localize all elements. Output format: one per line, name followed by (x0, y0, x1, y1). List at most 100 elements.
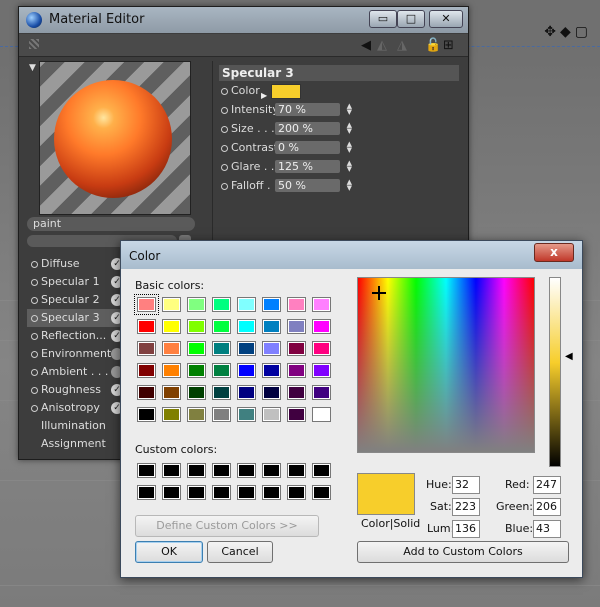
custom-color-swatch[interactable] (162, 463, 181, 478)
basic-color-swatch[interactable] (262, 407, 281, 422)
animate-dot-icon[interactable] (221, 164, 228, 171)
green-field[interactable]: 206 (533, 498, 561, 516)
custom-color-swatch[interactable] (312, 485, 331, 500)
color-dialog-titlebar[interactable]: Color x (121, 241, 582, 269)
basic-color-swatch[interactable] (187, 385, 206, 400)
basic-color-swatch[interactable] (137, 341, 156, 356)
property-value-field[interactable]: 200 % ▲ ▼ (275, 122, 352, 135)
basic-color-swatch[interactable] (187, 363, 206, 378)
basic-color-swatch[interactable] (262, 385, 281, 400)
basic-color-swatch[interactable] (287, 319, 306, 334)
basic-color-swatch[interactable] (237, 385, 256, 400)
basic-color-swatch[interactable] (237, 407, 256, 422)
basic-color-swatch[interactable] (237, 319, 256, 334)
close-button[interactable]: ✕ (429, 10, 463, 28)
luminosity-slider[interactable] (549, 277, 561, 467)
add-to-custom-colors-button[interactable]: Add to Custom Colors (357, 541, 569, 563)
custom-color-swatch[interactable] (287, 485, 306, 500)
basic-color-swatch[interactable] (162, 363, 181, 378)
basic-color-swatch[interactable] (237, 341, 256, 356)
basic-color-swatch[interactable] (212, 407, 231, 422)
custom-color-swatch[interactable] (162, 485, 181, 500)
cancel-button[interactable]: Cancel (207, 541, 273, 563)
basic-color-swatch[interactable] (134, 294, 159, 315)
basic-color-swatch[interactable] (262, 341, 281, 356)
grip-icon[interactable] (29, 39, 39, 49)
basic-color-swatch[interactable] (212, 319, 231, 334)
animate-dot-icon[interactable] (221, 126, 228, 133)
spinner-arrows-icon[interactable]: ▲ ▼ (347, 122, 352, 135)
basic-color-swatch[interactable] (212, 297, 231, 312)
basic-color-swatch[interactable] (187, 341, 206, 356)
minimize-button[interactable]: ▭ (369, 10, 397, 28)
custom-color-swatch[interactable] (137, 463, 156, 478)
new-panel-icon[interactable]: ⊞ (443, 38, 454, 53)
custom-color-swatch[interactable] (187, 485, 206, 500)
custom-color-swatch[interactable] (237, 485, 256, 500)
custom-color-swatch[interactable] (262, 463, 281, 478)
property-value-field[interactable]: 50 % ▲ ▼ (275, 179, 352, 192)
basic-color-swatch[interactable] (262, 363, 281, 378)
basic-color-swatch[interactable] (312, 407, 331, 422)
basic-color-swatch[interactable] (162, 319, 181, 334)
luminosity-arrow-icon[interactable]: ◀ (565, 351, 573, 362)
basic-color-swatch[interactable] (137, 319, 156, 334)
custom-color-swatch[interactable] (287, 463, 306, 478)
animate-dot-icon[interactable] (221, 88, 228, 95)
basic-color-swatch[interactable] (212, 341, 231, 356)
basic-color-swatch[interactable] (262, 319, 281, 334)
basic-color-swatch[interactable] (312, 363, 331, 378)
basic-color-swatch[interactable] (287, 297, 306, 312)
maximize-button[interactable]: □ (397, 10, 425, 28)
animate-dot-icon[interactable] (221, 107, 228, 114)
basic-color-swatch[interactable] (137, 363, 156, 378)
basic-color-swatch[interactable] (312, 385, 331, 400)
custom-color-swatch[interactable] (137, 485, 156, 500)
basic-color-swatch[interactable] (187, 407, 206, 422)
basic-color-swatch[interactable] (212, 363, 231, 378)
animate-dot-icon[interactable] (221, 145, 228, 152)
basic-color-swatch[interactable] (212, 385, 231, 400)
spinner-arrows-icon[interactable]: ▲ ▼ (347, 141, 352, 154)
custom-color-swatch[interactable] (212, 485, 231, 500)
up-arrow-icon[interactable]: ◭ (377, 38, 387, 53)
basic-color-swatch[interactable] (187, 297, 206, 312)
lock-icon[interactable]: 🔓 (425, 38, 441, 53)
spinner-arrows-icon[interactable]: ▲ ▼ (347, 103, 352, 116)
spinner-arrows-icon[interactable]: ▲ ▼ (347, 179, 352, 192)
basic-color-swatch[interactable] (162, 341, 181, 356)
custom-color-swatch[interactable] (212, 463, 231, 478)
sat-field[interactable]: 223 (452, 498, 480, 516)
basic-color-swatch[interactable] (287, 341, 306, 356)
basic-color-swatch[interactable] (312, 341, 331, 356)
basic-color-swatch[interactable] (262, 297, 281, 312)
basic-color-swatch[interactable] (287, 407, 306, 422)
color-swatch[interactable] (271, 84, 301, 99)
forward-arrow-icon[interactable]: ◮ (397, 38, 407, 53)
basic-color-swatch[interactable] (312, 297, 331, 312)
color-spectrum[interactable] (357, 277, 535, 453)
blue-field[interactable]: 43 (533, 520, 561, 538)
property-value-field[interactable]: 125 % ▲ ▼ (275, 160, 352, 173)
spinner-arrows-icon[interactable]: ▲ ▼ (347, 160, 352, 173)
custom-color-swatch[interactable] (187, 463, 206, 478)
material-editor-titlebar[interactable]: Material Editor ▭ □ ✕ (19, 7, 468, 33)
viewport-nav-icons[interactable]: ✥◆▢ (544, 24, 592, 40)
hue-field[interactable]: 32 (452, 476, 480, 494)
ok-button[interactable]: OK (135, 541, 203, 563)
custom-color-swatch[interactable] (312, 463, 331, 478)
preview-menu-arrow-icon[interactable]: ▼ (29, 63, 36, 73)
property-value-field[interactable]: 0 % ▲ ▼ (275, 141, 352, 154)
material-preview[interactable] (39, 61, 191, 215)
property-value-field[interactable]: 70 % ▲ ▼ (275, 103, 352, 116)
material-name-field[interactable]: paint (27, 217, 195, 231)
custom-color-swatch[interactable] (237, 463, 256, 478)
basic-color-swatch[interactable] (287, 363, 306, 378)
basic-color-swatch[interactable] (237, 363, 256, 378)
basic-color-swatch[interactable] (162, 407, 181, 422)
basic-color-swatch[interactable] (237, 297, 256, 312)
lum-field[interactable]: 136 (452, 520, 480, 538)
basic-color-swatch[interactable] (162, 297, 181, 312)
back-arrow-icon[interactable]: ◀ (361, 38, 371, 53)
custom-color-swatch[interactable] (262, 485, 281, 500)
